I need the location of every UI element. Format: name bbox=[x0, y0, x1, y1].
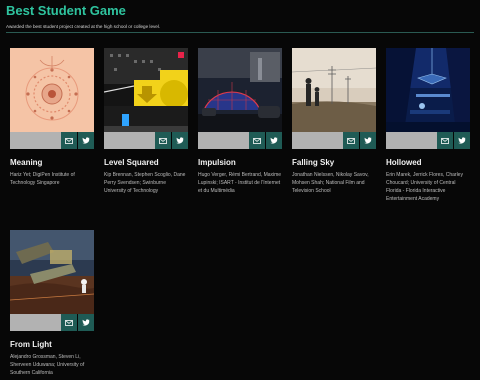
twitter-bird-icon bbox=[82, 319, 90, 326]
game-title[interactable]: Falling Sky bbox=[292, 158, 376, 168]
twitter-bird-icon bbox=[176, 137, 184, 144]
game-card: Falling Sky Jonathan Nielssen, Nikolay S… bbox=[292, 48, 376, 195]
game-credits: Jonathan Nielssen, Nikolay Savov, Mohsen… bbox=[292, 172, 369, 194]
envelope-icon bbox=[65, 319, 73, 326]
game-credits: Hugo Verger, Rémi Bertrand, Maxime Lupin… bbox=[198, 172, 282, 194]
share-twitter-button[interactable] bbox=[454, 132, 470, 149]
game-thumbnail[interactable] bbox=[292, 48, 376, 132]
page-subtitle: Awarded the best student project created… bbox=[6, 24, 161, 29]
share-twitter-button[interactable] bbox=[78, 314, 94, 331]
game-title[interactable]: Level Squared bbox=[104, 158, 188, 168]
share-bar bbox=[10, 132, 94, 149]
page-title: Best Student Game bbox=[6, 3, 126, 18]
game-thumbnail[interactable] bbox=[104, 48, 188, 132]
share-email-button[interactable] bbox=[61, 314, 77, 331]
twitter-bird-icon bbox=[82, 137, 90, 144]
share-twitter-button[interactable] bbox=[172, 132, 188, 149]
share-bar bbox=[386, 132, 470, 149]
share-strip bbox=[10, 314, 61, 331]
share-strip bbox=[386, 132, 437, 149]
game-thumbnail[interactable] bbox=[386, 48, 470, 132]
envelope-icon bbox=[159, 137, 167, 144]
game-card: Impulsion Hugo Verger, Rémi Bertrand, Ma… bbox=[198, 48, 282, 195]
game-title[interactable]: Hollowed bbox=[386, 158, 470, 168]
game-card: Meaning Hariz Yet; DigiPen Institute of … bbox=[10, 48, 94, 187]
share-email-button[interactable] bbox=[343, 132, 359, 149]
header-divider bbox=[6, 32, 474, 33]
game-thumbnail[interactable] bbox=[10, 230, 94, 314]
envelope-icon bbox=[65, 137, 73, 144]
twitter-bird-icon bbox=[458, 137, 466, 144]
envelope-icon bbox=[441, 137, 449, 144]
page-header: Best Student Game Awarded the best stude… bbox=[6, 3, 476, 30]
share-strip bbox=[198, 132, 249, 149]
twitter-bird-icon bbox=[270, 137, 278, 144]
share-strip bbox=[10, 132, 61, 149]
game-card: Level Squared Kip Brennan, Stephen Scogl… bbox=[104, 48, 188, 195]
share-twitter-button[interactable] bbox=[78, 132, 94, 149]
share-bar bbox=[198, 132, 282, 149]
game-credits: Hariz Yet; DigiPen Institute of Technolo… bbox=[10, 172, 75, 186]
envelope-icon bbox=[347, 137, 355, 144]
share-bar bbox=[104, 132, 188, 149]
game-thumbnail[interactable] bbox=[198, 48, 282, 132]
share-strip bbox=[292, 132, 343, 149]
share-email-button[interactable] bbox=[61, 132, 77, 149]
share-strip bbox=[104, 132, 155, 149]
game-card: Hollowed Erin Marek, Jerrick Flores, Cha… bbox=[386, 48, 470, 203]
share-email-button[interactable] bbox=[437, 132, 453, 149]
share-bar bbox=[292, 132, 376, 149]
share-bar bbox=[10, 314, 94, 331]
envelope-icon bbox=[253, 137, 261, 144]
twitter-bird-icon bbox=[364, 137, 372, 144]
game-credits: Kip Brennan, Stephen Scoglio, Dane Perry… bbox=[104, 172, 186, 194]
share-email-button[interactable] bbox=[249, 132, 265, 149]
game-credits: Erin Marek, Jerrick Flores, Charley Chou… bbox=[386, 172, 463, 202]
game-title[interactable]: From Light bbox=[10, 340, 94, 350]
game-card: From Light Alejandro Grossman, Steven Li… bbox=[10, 230, 94, 377]
share-email-button[interactable] bbox=[155, 132, 171, 149]
share-twitter-button[interactable] bbox=[360, 132, 376, 149]
share-twitter-button[interactable] bbox=[266, 132, 282, 149]
game-title[interactable]: Meaning bbox=[10, 158, 94, 168]
game-title[interactable]: Impulsion bbox=[198, 158, 282, 168]
game-credits: Alejandro Grossman, Steven Li, Sherveen … bbox=[10, 354, 85, 376]
game-thumbnail[interactable] bbox=[10, 48, 94, 132]
